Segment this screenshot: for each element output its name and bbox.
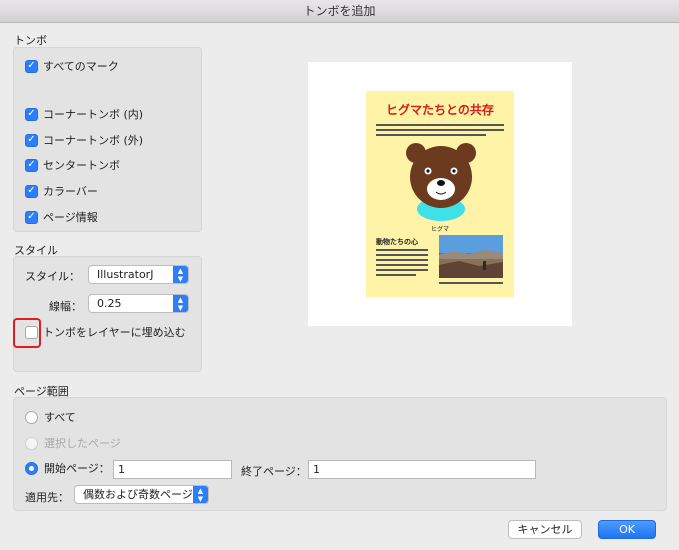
updown-arrows-icon: ▲ ▼ xyxy=(173,295,188,312)
updown-arrows-icon: ▲ ▼ xyxy=(193,486,208,503)
start-page-input[interactable]: 1 xyxy=(113,460,232,479)
checkmark-icon: ✓ xyxy=(25,158,38,172)
checkmark-icon: ✓ xyxy=(25,184,38,198)
apply-to-label: 適用先： xyxy=(25,491,69,504)
style-select[interactable]: IllustratorJ ▲ ▼ xyxy=(88,265,189,284)
corner-marks-outer-checkbox[interactable]: ✓ コーナートンボ (外) xyxy=(25,132,143,148)
start-page-label: 開始ページ： xyxy=(44,462,110,475)
text-line xyxy=(439,282,503,284)
red-highlight-box xyxy=(13,318,41,348)
checkmark-icon: ✓ xyxy=(25,59,38,73)
updown-arrows-icon: ▲ ▼ xyxy=(173,266,188,283)
text-line xyxy=(376,274,416,276)
all-pages-label: すべて xyxy=(44,411,76,424)
bear-illustration xyxy=(406,143,476,221)
text-line xyxy=(376,264,428,266)
start-page-radio[interactable]: 開始ページ： xyxy=(25,460,110,476)
preview-title: ヒグマたちとの共存 xyxy=(386,103,494,117)
preview-page: ヒグマたちとの共存 ヒグマ 動物たちの心 xyxy=(366,91,514,297)
radio-circle xyxy=(25,461,38,475)
style-select-value: IllustratorJ xyxy=(97,268,154,281)
radio-circle xyxy=(25,436,38,450)
trim-marks-section-label: トンボ xyxy=(14,34,47,47)
checkmark-icon: ✓ xyxy=(25,107,38,121)
end-page-input[interactable]: 1 xyxy=(308,460,536,479)
cancel-button[interactable]: キャンセル xyxy=(508,520,582,539)
window-title: トンボを追加 xyxy=(303,4,376,18)
apply-to-select[interactable]: 偶数および奇数ページ ▲ ▼ xyxy=(74,485,209,504)
style-field-label: スタイル： xyxy=(25,270,80,283)
apply-to-value: 偶数および奇数ページ xyxy=(83,488,193,501)
preview-subheading: 動物たちの心 xyxy=(376,238,418,246)
color-bar-checkbox[interactable]: ✓ カラーバー xyxy=(25,183,98,199)
text-line xyxy=(376,249,428,251)
checkmark-icon: ✓ xyxy=(25,133,38,147)
all-marks-label: すべてのマーク xyxy=(43,60,119,73)
corner-marks-outer-label: コーナートンボ (外) xyxy=(43,134,144,147)
corner-marks-inner-checkbox[interactable]: ✓ コーナートンボ (内) xyxy=(25,106,143,122)
page-info-checkbox[interactable]: ✓ ページ情報 xyxy=(25,209,98,225)
ok-button[interactable]: OK xyxy=(598,520,656,539)
window-titlebar: トンボを追加 xyxy=(0,0,679,23)
center-marks-label: センタートンボ xyxy=(43,159,120,172)
embed-in-layer-checkbox[interactable]: トンボをレイヤーに埋め込む xyxy=(25,324,186,340)
text-line xyxy=(376,259,428,261)
bear-caption: ヒグマ xyxy=(430,226,449,233)
text-line xyxy=(376,254,428,256)
color-bar-label: カラーバー xyxy=(43,185,98,198)
radio-circle xyxy=(25,410,38,424)
text-line xyxy=(376,129,504,131)
weight-field-label: 線幅： xyxy=(49,300,82,313)
end-page-label: 終了ページ： xyxy=(241,465,307,478)
weight-select[interactable]: 0.25 ▲ ▼ xyxy=(88,294,189,313)
selected-pages-radio[interactable]: 選択したページ xyxy=(25,435,121,451)
all-marks-checkbox[interactable]: ✓ すべてのマーク xyxy=(25,58,119,74)
embed-in-layer-label: トンボをレイヤーに埋め込む xyxy=(43,326,186,339)
selected-pages-label: 選択したページ xyxy=(44,437,121,450)
text-line xyxy=(376,134,486,136)
canyon-photo xyxy=(439,235,503,278)
weight-select-value: 0.25 xyxy=(97,297,122,310)
page-info-label: ページ情報 xyxy=(43,211,98,224)
center-marks-checkbox[interactable]: ✓ センタートンボ xyxy=(25,157,120,173)
text-line xyxy=(376,124,504,126)
preview-panel: ヒグマたちとの共存 ヒグマ 動物たちの心 xyxy=(308,62,572,326)
corner-marks-inner-label: コーナートンボ (内) xyxy=(43,108,144,121)
text-line xyxy=(376,269,428,271)
checkmark-icon: ✓ xyxy=(25,210,38,224)
all-pages-radio[interactable]: すべて xyxy=(25,409,76,425)
